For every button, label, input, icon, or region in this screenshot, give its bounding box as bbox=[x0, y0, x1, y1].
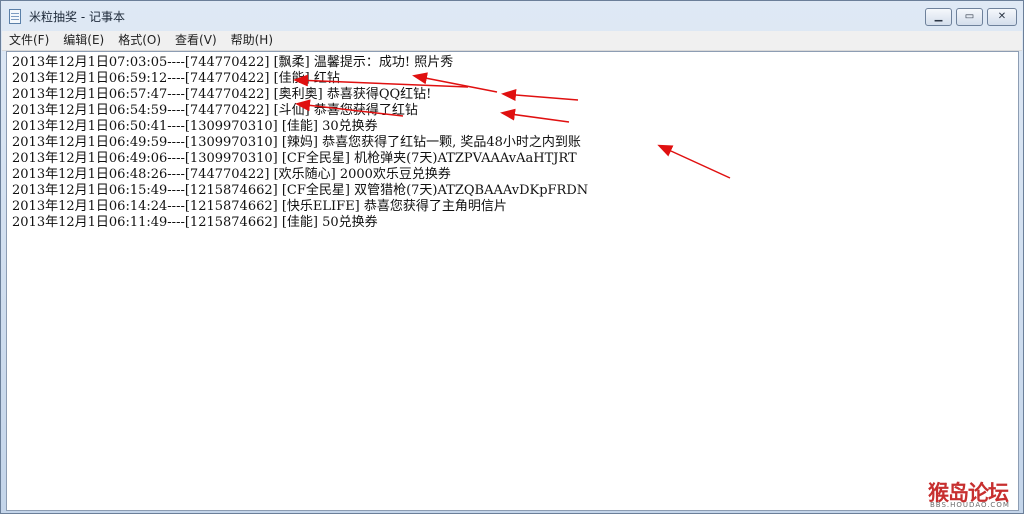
title-bar[interactable]: 米粒抽奖 - 记事本 ▁ ▭ ✕ bbox=[1, 1, 1023, 31]
text-line: 2013年12月1日06:59:12----[744770422] [佳能] 红… bbox=[12, 71, 340, 86]
menu-view[interactable]: 查看(V) bbox=[168, 31, 224, 50]
maximize-button[interactable]: ▭ bbox=[956, 8, 983, 26]
text-editor-area[interactable]: 2013年12月1日07:03:05----[744770422] [飘柔] 温… bbox=[6, 51, 1019, 511]
text-line: 2013年12月1日06:54:59----[744770422] [斗仙] 恭… bbox=[12, 103, 418, 118]
menu-bar: 文件(F) 编辑(E) 格式(O) 查看(V) 帮助(H) bbox=[2, 31, 1022, 51]
menu-edit[interactable]: 编辑(E) bbox=[56, 31, 111, 50]
text-line: 2013年12月1日06:49:59----[1309970310] [辣妈] … bbox=[12, 135, 581, 150]
text-line: 2013年12月1日06:15:49----[1215874662] [CF全民… bbox=[12, 183, 589, 198]
close-button[interactable]: ✕ bbox=[987, 8, 1017, 26]
text-line: 2013年12月1日06:50:41----[1309970310] [佳能] … bbox=[12, 119, 378, 134]
watermark-url: BBS.HOUDAO.COM bbox=[930, 501, 1010, 509]
text-line: 2013年12月1日06:48:26----[744770422] [欢乐随心]… bbox=[12, 167, 451, 182]
menu-file[interactable]: 文件(F) bbox=[2, 31, 56, 50]
minimize-button[interactable]: ▁ bbox=[925, 8, 952, 26]
text-line: 2013年12月1日06:49:06----[1309970310] [CF全民… bbox=[12, 151, 577, 166]
houdao-watermark: 猴岛论坛 BBS.HOUDAO.COM bbox=[926, 477, 1020, 511]
notepad-icon bbox=[9, 9, 21, 24]
text-line: 2013年12月1日06:11:49----[1215874662] [佳能] … bbox=[12, 215, 378, 230]
window-title: 米粒抽奖 - 记事本 bbox=[29, 10, 125, 24]
caption-buttons: ▁ ▭ ✕ bbox=[925, 8, 1017, 26]
menu-help[interactable]: 帮助(H) bbox=[224, 31, 280, 50]
text-line: 2013年12月1日07:03:05----[744770422] [飘柔] 温… bbox=[12, 55, 454, 70]
text-line: 2013年12月1日06:14:24----[1215874662] [快乐EL… bbox=[12, 199, 507, 214]
text-line: 2013年12月1日06:57:47----[744770422] [奥利奥] … bbox=[12, 87, 432, 102]
menu-format[interactable]: 格式(O) bbox=[111, 31, 168, 50]
notepad-window: 米粒抽奖 - 记事本 ▁ ▭ ✕ 文件(F) 编辑(E) 格式(O) 查看(V)… bbox=[0, 0, 1024, 514]
